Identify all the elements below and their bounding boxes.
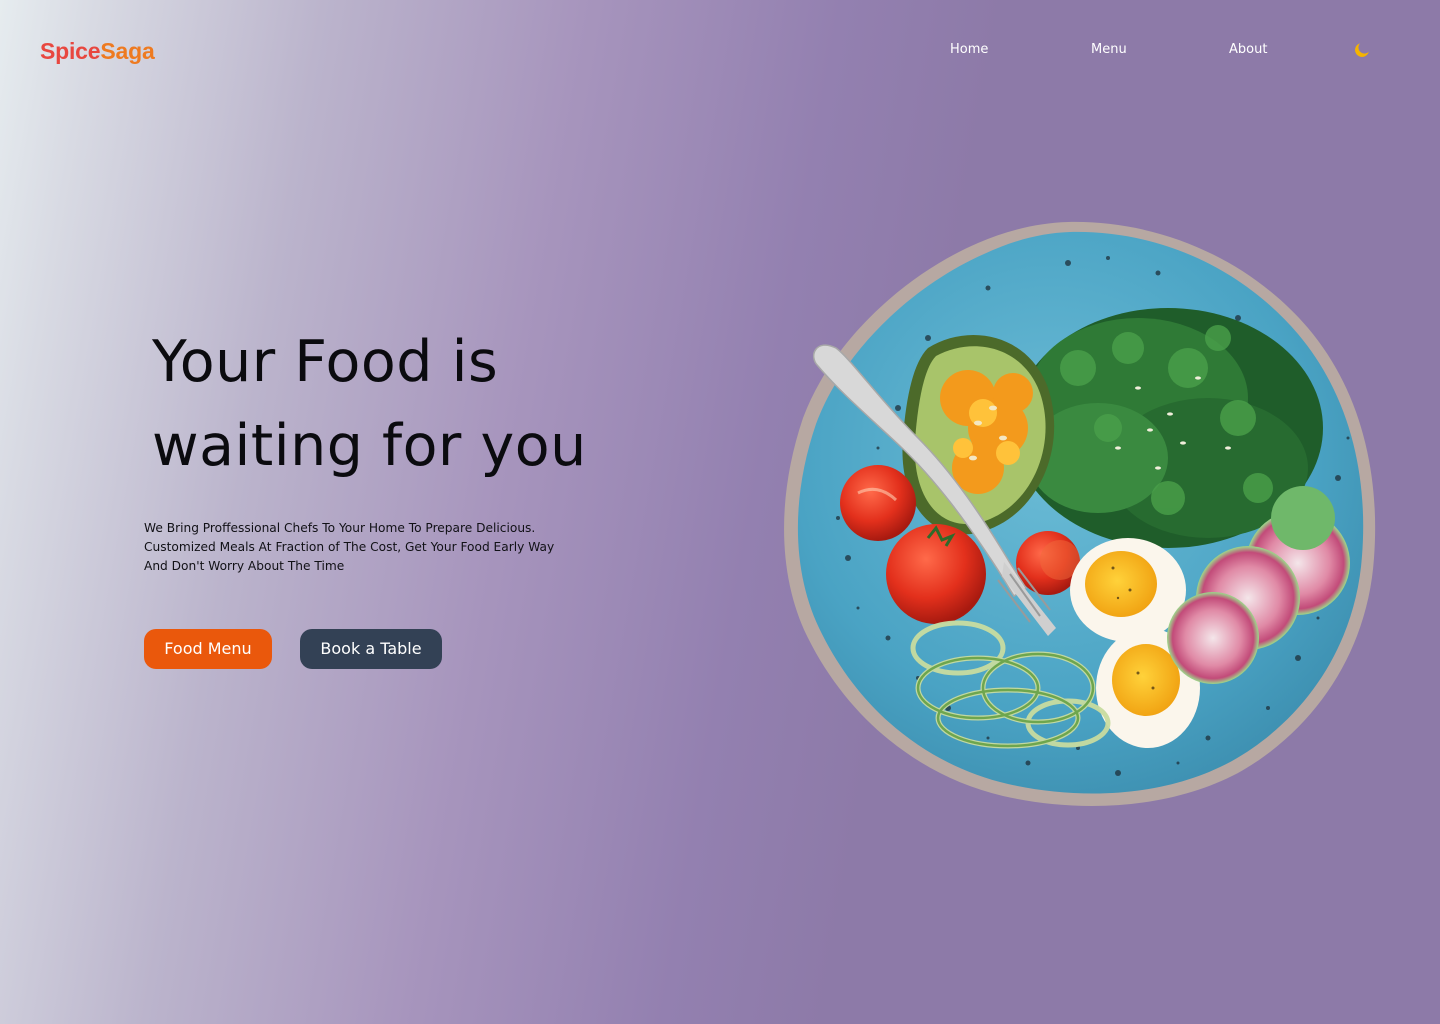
brand-name-part1: Spice bbox=[40, 38, 101, 64]
brand-name-part2: Saga bbox=[100, 38, 155, 64]
nav-link-about[interactable]: About bbox=[1229, 42, 1267, 58]
book-table-button[interactable]: Book a Table bbox=[300, 629, 442, 669]
hero-title-line2: waiting for you bbox=[152, 413, 587, 479]
navbar: SpiceSaga Home Menu About bbox=[0, 0, 1440, 100]
hero-description-line3: And Don't Worry About The Time bbox=[144, 559, 345, 573]
nav-link-home[interactable]: Home bbox=[950, 42, 988, 58]
food-menu-button[interactable]: Food Menu bbox=[144, 629, 272, 669]
brand-logo[interactable]: SpiceSaga bbox=[40, 36, 155, 66]
moon-icon bbox=[1355, 43, 1369, 57]
theme-toggle-button[interactable] bbox=[1353, 41, 1371, 59]
hero-description: We Bring Proffessional Chefs To Your Hom… bbox=[144, 519, 604, 576]
salad-bowl-image bbox=[784, 221, 1376, 806]
hero-title-line1: Your Food is bbox=[152, 329, 499, 395]
hero-title: Your Food is waiting for you bbox=[152, 320, 672, 488]
nav-link-menu[interactable]: Menu bbox=[1091, 42, 1127, 58]
hero-description-line2: Customized Meals At Fraction of The Cost… bbox=[144, 540, 555, 554]
hero-description-line1: We Bring Proffessional Chefs To Your Hom… bbox=[144, 521, 536, 535]
